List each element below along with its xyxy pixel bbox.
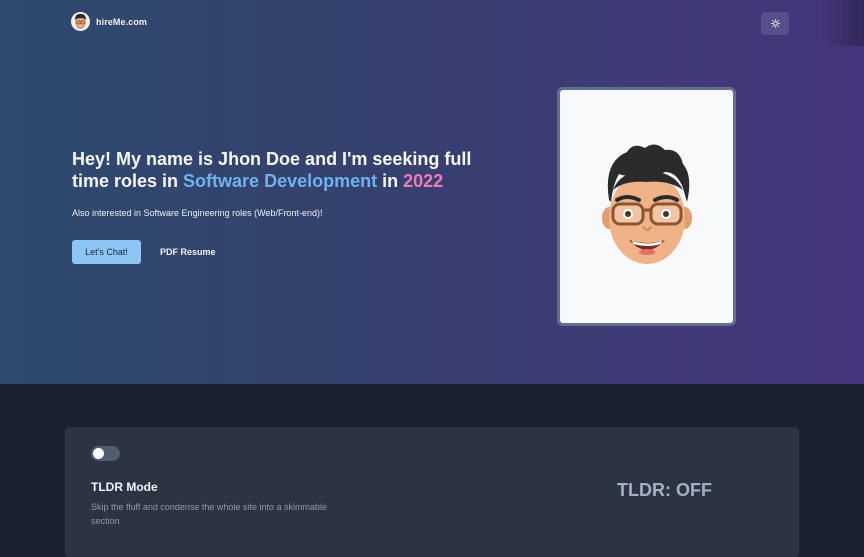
tldr-status: TLDR: OFF (617, 480, 712, 500)
lets-chat-button[interactable]: Let's Chat! (72, 240, 141, 264)
avatar-icon (71, 12, 90, 31)
switch-knob (93, 448, 104, 459)
heading-field-highlight: Software Development (183, 171, 378, 191)
site-logo-link[interactable]: hireMe.com (71, 12, 147, 31)
tldr-title: TLDR Mode (91, 480, 158, 494)
pdf-resume-link[interactable]: PDF Resume (160, 240, 216, 264)
hero-heading: Hey! My name is Jhon Doe and I'm seeking… (72, 148, 502, 192)
portrait-card (557, 87, 736, 326)
tldr-description: Skip the fluff and condense the whole si… (91, 502, 327, 526)
heading-mid: in (377, 171, 404, 191)
theme-toggle-button[interactable] (761, 12, 789, 35)
sun-icon (770, 19, 780, 28)
hero-section: hireMe.com Hey! My name is Jhon Doe and … (0, 0, 864, 384)
logo-text: hireMe.com (96, 16, 148, 27)
hero-subheading: Also interested in Software Engineering … (72, 208, 323, 218)
heading-year-highlight: 2022 (403, 171, 444, 191)
header-edge-shadow (820, 0, 864, 46)
memoji-portrait-icon (601, 143, 692, 264)
tldr-toggle-switch[interactable] (91, 446, 120, 461)
